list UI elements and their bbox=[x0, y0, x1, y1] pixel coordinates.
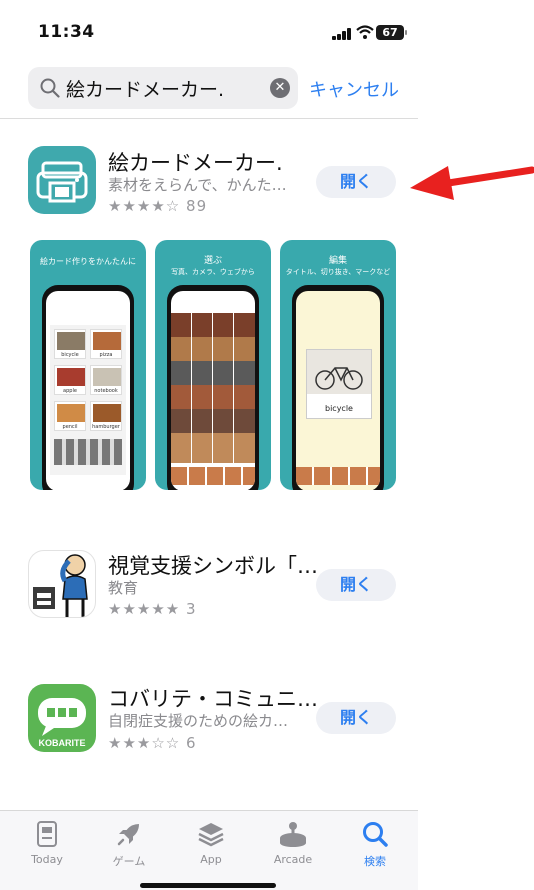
status-bar: 11:34 67 bbox=[0, 0, 418, 60]
app-rating: ★★★★★ 3 bbox=[108, 600, 197, 618]
signal-icon bbox=[332, 28, 354, 40]
app-title: コバリテ・コミュニ… bbox=[108, 687, 318, 711]
arcade-joystick-icon bbox=[280, 822, 306, 847]
rating-count: 6 bbox=[186, 734, 197, 752]
home-indicator bbox=[140, 883, 276, 888]
card-label: notebook bbox=[94, 388, 118, 394]
annotation-arrow-icon bbox=[410, 166, 534, 200]
card-label: apple bbox=[63, 388, 77, 394]
screenshot-caption: 編集 bbox=[328, 256, 347, 266]
phone-frame: bicycle bbox=[292, 285, 384, 490]
today-icon bbox=[37, 821, 57, 847]
rating-stars: ★★★★☆ bbox=[108, 197, 181, 215]
app-rating: ★★★★☆ 89 bbox=[108, 197, 207, 215]
screenshot-2[interactable]: 選ぶ 写真、カメラ、ウェブから bbox=[155, 240, 271, 490]
search-input[interactable] bbox=[66, 73, 256, 103]
apps-stack-icon bbox=[198, 823, 224, 847]
card-label: bicycle bbox=[61, 352, 79, 358]
tab-label: Today bbox=[31, 853, 63, 866]
rating-stars: ★★★☆☆ bbox=[108, 734, 181, 752]
app-subtitle: 素材をえらんで、かんた… bbox=[108, 176, 287, 194]
screenshot-1[interactable]: 絵カード作りをかんたんに bicycle pizza apple noteboo… bbox=[30, 240, 146, 490]
app-subtitle: 教育 bbox=[108, 579, 139, 597]
open-button[interactable]: 開く bbox=[316, 702, 396, 734]
symbol-app-icon[interactable] bbox=[28, 550, 96, 618]
magnifier-icon bbox=[40, 78, 60, 98]
tab-label: 検索 bbox=[364, 855, 386, 868]
tab-apps[interactable]: App bbox=[176, 819, 246, 866]
phone-frame: bicycle pizza apple notebook pencil hamb… bbox=[42, 285, 134, 490]
card-label: pencil bbox=[62, 424, 78, 430]
rating-count: 3 bbox=[186, 600, 197, 618]
screenshot-3[interactable]: 編集 タイトル、切り抜き、マークなど bicycle bbox=[280, 240, 396, 490]
tab-label: ゲーム bbox=[112, 855, 146, 868]
games-rocket-icon bbox=[117, 824, 139, 846]
ekard-maker-app-icon[interactable] bbox=[28, 146, 96, 214]
app-title: 絵カードメーカー. bbox=[108, 151, 283, 175]
app-rating: ★★★☆☆ 6 bbox=[108, 734, 197, 752]
card-label: hamburger bbox=[92, 424, 120, 430]
search-icon bbox=[363, 822, 388, 847]
tab-label: App bbox=[200, 853, 222, 866]
tab-search[interactable]: 検索 bbox=[340, 819, 410, 869]
rating-stars: ★★★★★ bbox=[108, 600, 181, 618]
divider bbox=[0, 118, 418, 119]
rating-count: 89 bbox=[186, 197, 208, 215]
card-label: pizza bbox=[99, 352, 113, 358]
open-button[interactable]: 開く bbox=[316, 166, 396, 198]
screenshot-caption: 絵カード作りをかんたんに bbox=[40, 257, 136, 266]
battery-icon: 67 bbox=[376, 25, 407, 40]
cancel-button[interactable]: キャンセル bbox=[309, 76, 399, 102]
open-button[interactable]: 開く bbox=[316, 569, 396, 601]
status-time: 11:34 bbox=[38, 22, 95, 42]
bicycle-picture bbox=[307, 350, 371, 394]
clear-search-icon[interactable]: ✕ bbox=[270, 78, 290, 98]
tab-label: Arcade bbox=[273, 853, 313, 866]
app-title: 視覚支援シンボル「… bbox=[108, 554, 318, 578]
tab-arcade[interactable]: Arcade bbox=[258, 819, 328, 866]
screenshot-subcaption: 写真、カメラ、ウェブから bbox=[171, 268, 255, 276]
wifi-icon bbox=[356, 25, 374, 39]
app-subtitle: 自閉症支援のための絵カ… bbox=[108, 712, 289, 730]
tab-bar: Today ゲーム App Arcade 検索 bbox=[0, 810, 418, 890]
screenshot-caption: 選ぶ bbox=[203, 256, 222, 266]
phone-frame bbox=[167, 285, 259, 490]
kobarite-app-icon[interactable]: KOBARITE bbox=[28, 684, 96, 752]
search-bar[interactable]: ✕ bbox=[28, 67, 298, 109]
tab-games[interactable]: ゲーム bbox=[94, 819, 164, 869]
app-store-screen: 11:34 67 ✕ キャンセル bbox=[0, 0, 418, 890]
card-word: bicycle bbox=[325, 404, 353, 413]
tab-today[interactable]: Today bbox=[12, 819, 82, 866]
screenshot-subcaption: タイトル、切り抜き、マークなど bbox=[285, 268, 391, 276]
kobarite-logo-text: KOBARITE bbox=[38, 738, 86, 748]
